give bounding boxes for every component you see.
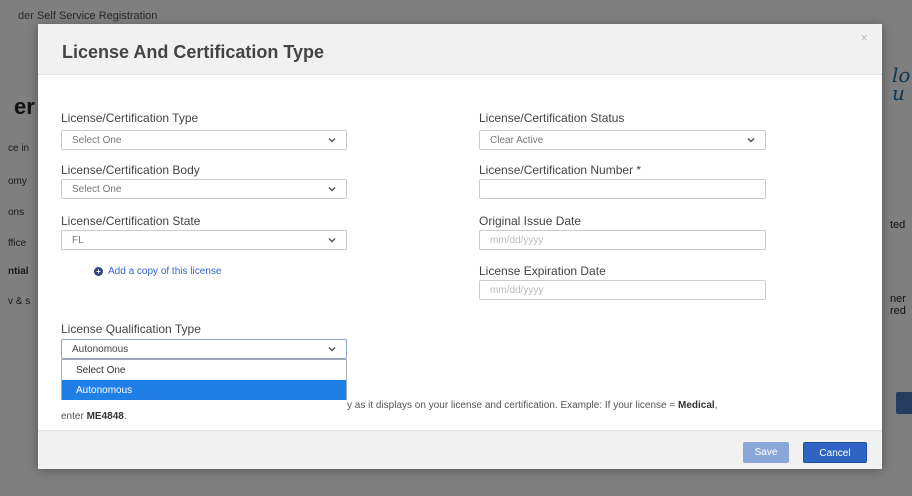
expiration-date-input[interactable]: mm/dd/yyyy	[479, 280, 766, 300]
expiration-date-label: License Expiration Date	[479, 264, 606, 278]
license-body-value: Select One	[72, 184, 122, 195]
note-bold: ME4848	[86, 411, 124, 422]
chevron-down-icon	[328, 186, 336, 192]
chevron-down-icon	[328, 346, 336, 352]
issue-date-label: Original Issue Date	[479, 214, 582, 228]
save-button[interactable]: Save	[743, 442, 789, 463]
chevron-down-icon	[328, 137, 336, 143]
license-number-label: License/Certification Number *	[479, 163, 642, 177]
license-modal: License And Certification Type × License…	[38, 24, 882, 469]
dropdown-option[interactable]: Select One	[62, 360, 346, 380]
note-text: y as it displays on your license and cer…	[347, 400, 678, 411]
license-status-label: License/Certification Status	[479, 111, 625, 125]
license-type-label: License/Certification Type	[61, 111, 199, 125]
modal-title: License And Certification Type	[62, 42, 325, 62]
license-number-input[interactable]	[479, 179, 766, 199]
note-text: .	[123, 411, 127, 422]
dropdown-option-selected[interactable]: Autonomous	[62, 380, 346, 400]
modal-footer: Save Cancel	[38, 430, 882, 469]
note-text: enter	[61, 411, 87, 422]
license-type-select[interactable]: Select One	[61, 130, 347, 150]
add-copy-label: Add a copy of this license	[108, 266, 222, 277]
qualification-type-value: Autonomous	[72, 344, 129, 355]
cancel-button[interactable]: Cancel	[803, 442, 867, 463]
license-body-label: License/Certification Body	[61, 163, 200, 177]
license-status-select[interactable]: Clear Active	[479, 130, 766, 150]
license-body-select[interactable]: Select One	[61, 179, 347, 199]
instruction-note: y as it displays on your license and cer…	[61, 400, 861, 422]
close-icon[interactable]: ×	[860, 30, 868, 45]
qualification-type-dropdown: Select One Autonomous	[61, 359, 347, 400]
plus-circle-icon: +	[94, 266, 103, 276]
modal-header: License And Certification Type ×	[38, 24, 882, 75]
qualification-type-label: License Qualification Type	[61, 322, 201, 336]
add-license-copy-link[interactable]: + Add a copy of this license	[94, 266, 221, 277]
chevron-down-icon	[747, 137, 755, 143]
issue-date-input[interactable]: mm/dd/yyyy	[479, 230, 766, 250]
note-bold: Medical	[678, 400, 715, 411]
license-state-label: License/Certification State	[61, 214, 201, 228]
license-state-select[interactable]: FL	[61, 230, 347, 250]
license-status-value: Clear Active	[490, 135, 544, 146]
qualification-type-select[interactable]: Autonomous	[61, 339, 347, 359]
license-state-value: FL	[72, 235, 84, 246]
note-text: ,	[714, 400, 718, 411]
chevron-down-icon	[328, 237, 336, 243]
license-type-value: Select One	[72, 135, 122, 146]
